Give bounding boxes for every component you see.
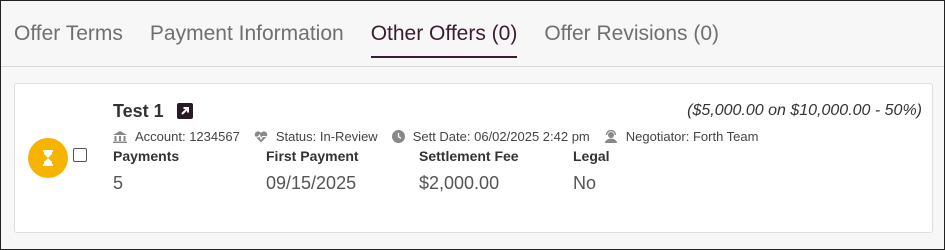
tab-offer-revisions[interactable]: Offer Revisions (0) [544,22,719,58]
offer-meta: Account: 1234567 Status: In-Review Sett … [113,129,772,144]
payments-value: 5 [113,173,124,193]
status-badge [28,138,68,178]
page-frame: Offer Terms Payment Information Other Of… [0,0,945,250]
bank-icon [113,130,127,143]
select-checkbox[interactable] [73,148,87,162]
status-meta: Status: In-Review [254,129,378,144]
account-text: Account: 1234567 [135,129,240,144]
legal-column: Legal No [573,148,610,194]
offer-summary: ($5,000.00 on $10,000.00 - 50%) [687,102,922,119]
negotiator-text: Negotiator: Forth Team [625,129,759,144]
sett-date-meta: Sett Date: 06/02/2025 2:42 pm [391,129,590,144]
tab-payment-information[interactable]: Payment Information [150,22,344,58]
external-link-icon[interactable] [177,103,193,119]
payments-column: Payments 5 [113,148,179,194]
offer-title: Test 1 [113,101,164,121]
status-text: Status: In-Review [275,129,378,144]
first-payment-label: First Payment [266,148,359,164]
settlement-fee-column: Settlement Fee $2,000.00 [419,148,519,194]
legal-label: Legal [573,148,610,164]
account-meta: Account: 1234567 [113,129,240,144]
headset-user-icon [604,130,617,143]
payments-label: Payments [113,148,180,164]
legal-value: No [573,173,597,193]
tab-offer-terms[interactable]: Offer Terms [14,22,123,58]
negotiator-meta: Negotiator: Forth Team [604,129,759,144]
first-payment-column: First Payment 09/15/2025 [266,148,359,194]
heartbeat-icon [254,130,268,142]
settlement-fee-label: Settlement Fee [419,148,519,164]
clock-icon [391,130,405,143]
first-payment-value: 09/15/2025 [266,173,357,193]
offer-card: Test 1 ($5,000.00 on $10,000.00 - 50%) A… [14,83,933,233]
hourglass-icon [43,150,53,166]
tab-other-offers[interactable]: Other Offers (0) [370,22,517,58]
settlement-fee-value: $2,000.00 [419,173,500,193]
tab-divider [1,66,944,67]
tab-bar: Offer Terms Payment Information Other Of… [14,22,746,58]
sett-date-text: Sett Date: 06/02/2025 2:42 pm [412,129,590,144]
